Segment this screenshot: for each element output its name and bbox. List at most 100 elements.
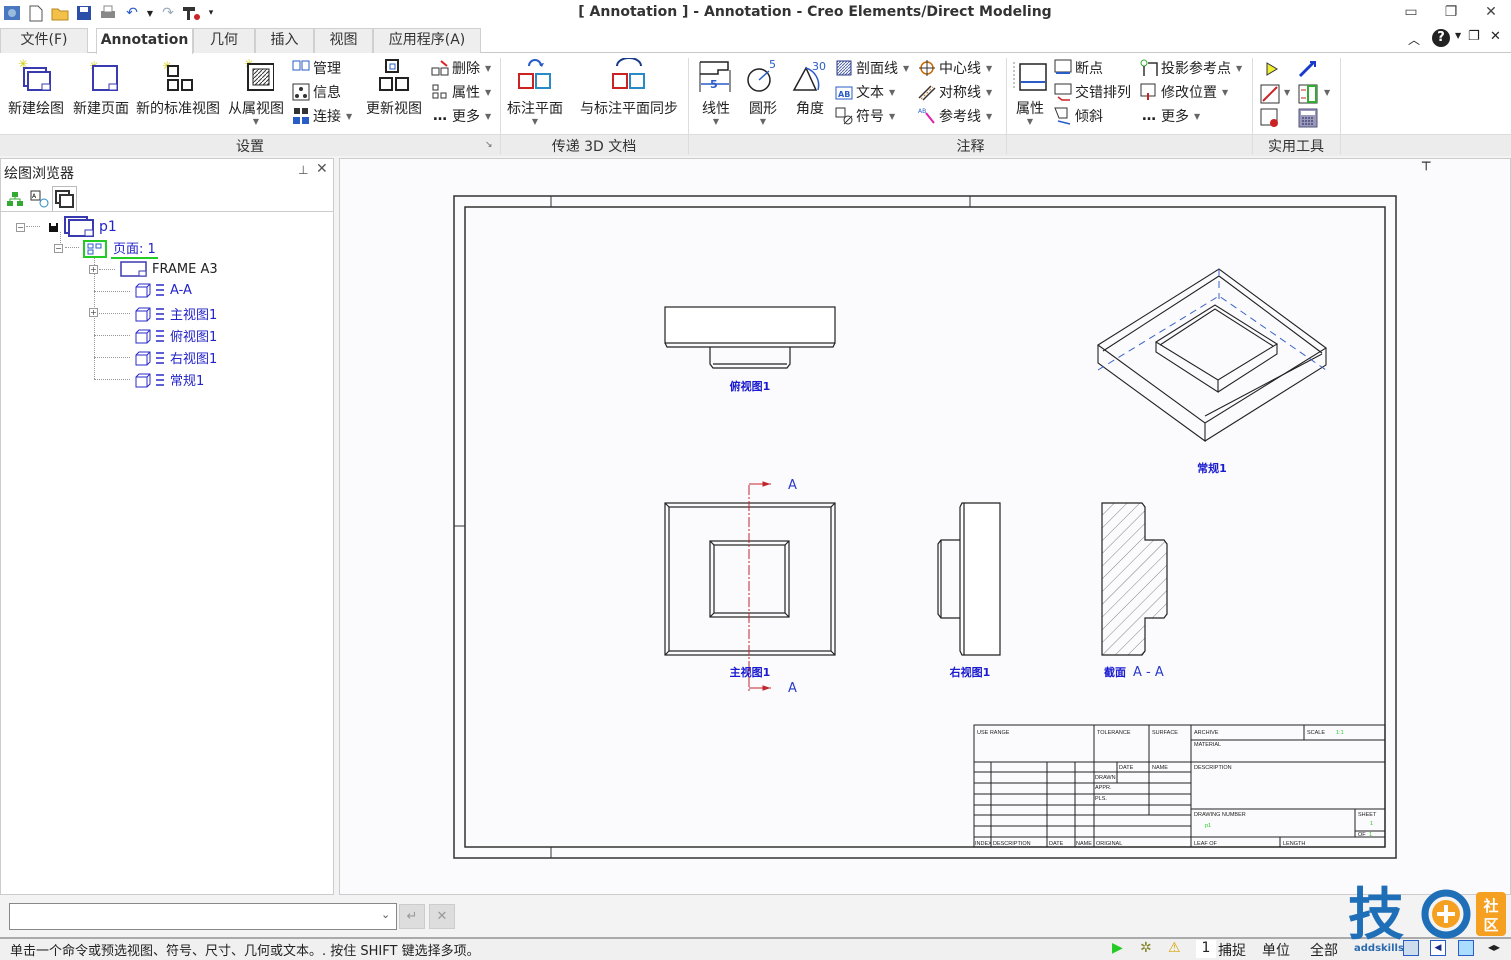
tab-file[interactable]: 文件(F) — [0, 28, 88, 53]
tab-geometry[interactable]: 几何 — [193, 28, 255, 53]
select-icon[interactable] — [1263, 60, 1281, 82]
stagger-button[interactable]: 交错排列 — [1054, 81, 1131, 103]
close-panel-icon[interactable]: ✕ — [316, 161, 328, 177]
pin-icon[interactable]: ⊥ — [298, 163, 308, 177]
hatch-button[interactable]: 剖面线 ▼ — [835, 57, 909, 79]
previous-view-icon[interactable]: ◀ — [1430, 940, 1446, 956]
reference-line-button[interactable]: AB 参考线 ▼ — [918, 105, 992, 127]
expand-toggle[interactable]: + — [89, 264, 98, 274]
circular-dimension-button[interactable]: 5 圆形 ▼ — [745, 58, 781, 126]
info-button[interactable]: 信息 — [292, 81, 341, 103]
annotation-plane-button[interactable]: 标注平面 ▼ — [507, 58, 563, 126]
help-icon[interactable]: ? — [1432, 29, 1450, 47]
browser-tab-pages[interactable] — [52, 186, 77, 211]
measure-icon[interactable] — [1298, 60, 1318, 82]
text-dropdown-icon[interactable]: ▼ — [889, 88, 895, 97]
tab-view[interactable]: 视图 — [314, 28, 373, 53]
collapse-toggle[interactable]: − — [54, 244, 63, 253]
properties-dropdown-icon[interactable]: ▼ — [485, 88, 491, 97]
annotation-properties-button[interactable]: 属性 ▼ — [1012, 58, 1048, 126]
connect-button[interactable]: 连接 ▼ — [292, 105, 352, 127]
oblique-button[interactable]: 倾斜 — [1054, 105, 1103, 127]
tree-item-page[interactable]: − 页面: 1 — [54, 238, 158, 259]
expand-toggle[interactable]: + — [89, 308, 98, 317]
centerline-button[interactable]: 中心线 ▼ — [918, 57, 992, 79]
circular-dropdown-icon[interactable]: ▼ — [760, 118, 766, 126]
break-button[interactable]: 断点 — [1054, 57, 1103, 79]
tree-item-view[interactable]: 右视图1 — [134, 348, 217, 367]
tab-applications[interactable]: 应用程序(A) — [373, 28, 481, 53]
play-icon[interactable]: ▶ — [1112, 940, 1123, 956]
dependent-view-dropdown-icon[interactable]: ▼ — [253, 118, 259, 126]
projection-reference-button[interactable]: 投影参考点 ▼ — [1140, 57, 1242, 79]
selection-filter-select[interactable]: 全部 — [1310, 940, 1338, 960]
line-tool-dropdown-icon[interactable]: ▼ — [1284, 88, 1290, 97]
doc-restore-icon[interactable]: ❐ — [1468, 29, 1480, 44]
modify-position-button[interactable]: 修改位置 ▼ — [1140, 81, 1228, 103]
centerline-dropdown-icon[interactable]: ▼ — [986, 64, 992, 73]
calculator-icon[interactable] — [1298, 108, 1318, 132]
delete-dropdown-icon[interactable]: ▼ — [485, 64, 491, 73]
symbol-dropdown-icon[interactable]: ▼ — [889, 112, 895, 121]
tree-item-view[interactable]: 俯视图1 — [134, 326, 217, 345]
minimize-button[interactable]: ▭ — [1396, 4, 1426, 24]
properties-button[interactable]: 属性 ▼ — [431, 81, 491, 103]
sync-annotation-plane-button[interactable]: 与标注平面同步 — [580, 58, 678, 118]
linear-dropdown-icon[interactable]: ▼ — [713, 118, 719, 126]
browser-tab-structure[interactable] — [2, 186, 27, 211]
annotation-more-button[interactable]: … 更多 ▼ — [1140, 105, 1200, 127]
new-page-button[interactable]: ✳ 新建页面 — [73, 58, 129, 118]
command-cancel-button[interactable]: ✕ — [429, 904, 455, 929]
doc-close-icon[interactable]: ✕ — [1490, 29, 1501, 44]
setup-dialog-launcher-icon[interactable]: ↘ — [485, 140, 493, 150]
line-tool-icon[interactable] — [1260, 84, 1280, 108]
more-dropdown-icon[interactable]: ▼ — [485, 112, 491, 121]
connect-dropdown-icon[interactable]: ▼ — [346, 112, 352, 121]
view-fit-icon[interactable] — [1403, 940, 1419, 956]
reference-line-dropdown-icon[interactable]: ▼ — [986, 112, 992, 121]
symmetry-dropdown-icon[interactable]: ▼ — [986, 88, 992, 97]
new-standard-view-button[interactable]: ✳ 新的标准视图 — [136, 58, 220, 118]
command-dropdown-icon[interactable]: ⌄ — [381, 908, 390, 921]
pan-arrows-icon[interactable]: ◂▸ — [1488, 940, 1500, 954]
projection-dropdown-icon[interactable]: ▼ — [1236, 64, 1242, 73]
tree-item-view[interactable]: A-A — [134, 282, 192, 298]
debug-icon[interactable]: ✲ — [1140, 940, 1152, 956]
new-drawing-button[interactable]: ✳ 新建绘图 — [8, 58, 64, 118]
collapse-ribbon-icon[interactable]: ︿ — [1408, 31, 1420, 48]
warning-icon[interactable]: ⚠ — [1168, 940, 1181, 956]
modify-position-dropdown-icon[interactable]: ▼ — [1222, 88, 1228, 97]
delete-button[interactable]: 删除 ▼ — [431, 57, 491, 79]
more-button[interactable]: … 更多 ▼ — [431, 105, 491, 127]
tree-item-drawing[interactable]: − p1 — [16, 216, 117, 238]
snap-tool-icon[interactable] — [1260, 108, 1280, 132]
symmetry-line-button[interactable]: 对称线 ▼ — [918, 81, 992, 103]
tab-insert[interactable]: 插入 — [255, 28, 314, 53]
update-view-button[interactable]: 更新视图 — [366, 58, 422, 118]
tree-item-view[interactable]: 常规1 — [134, 370, 204, 389]
annotation-plane-dropdown-icon[interactable]: ▼ — [532, 118, 538, 126]
tree-item-frame[interactable]: + FRAME A3 — [89, 260, 218, 278]
collapse-toggle[interactable]: − — [16, 222, 25, 232]
frame-tool-icon[interactable] — [1298, 84, 1318, 108]
dependent-view-button[interactable]: ✳ 从属视图 ▼ — [228, 58, 284, 126]
annotation-properties-dropdown-icon[interactable]: ▼ — [1027, 118, 1033, 126]
tree-item-view[interactable]: 主视图1 — [134, 304, 217, 323]
command-enter-button[interactable]: ↵ — [399, 904, 425, 929]
manage-button[interactable]: 管理 — [292, 57, 341, 79]
angle-dimension-button[interactable]: 30 角度 — [792, 58, 828, 118]
frame-tool-dropdown-icon[interactable]: ▼ — [1324, 88, 1330, 97]
snap-button[interactable]: 捕捉 — [1218, 940, 1246, 960]
zoom-all-icon[interactable] — [1458, 940, 1474, 956]
text-button[interactable]: AB 文本 ▼ — [835, 81, 895, 103]
units-button[interactable]: 单位 — [1262, 940, 1290, 960]
browser-tab-annotation[interactable]: A — [27, 186, 52, 211]
close-button[interactable]: ✕ — [1476, 4, 1506, 24]
symbol-button[interactable]: 符号 ▼ — [835, 105, 895, 127]
command-input[interactable] — [9, 903, 397, 930]
help-dropdown-icon[interactable]: ▼ — [1455, 31, 1461, 40]
tab-annotation[interactable]: Annotation — [96, 28, 193, 54]
annotation-more-dropdown-icon[interactable]: ▼ — [1194, 112, 1200, 121]
restore-button[interactable]: ❐ — [1436, 4, 1466, 24]
hatch-dropdown-icon[interactable]: ▼ — [903, 64, 909, 73]
